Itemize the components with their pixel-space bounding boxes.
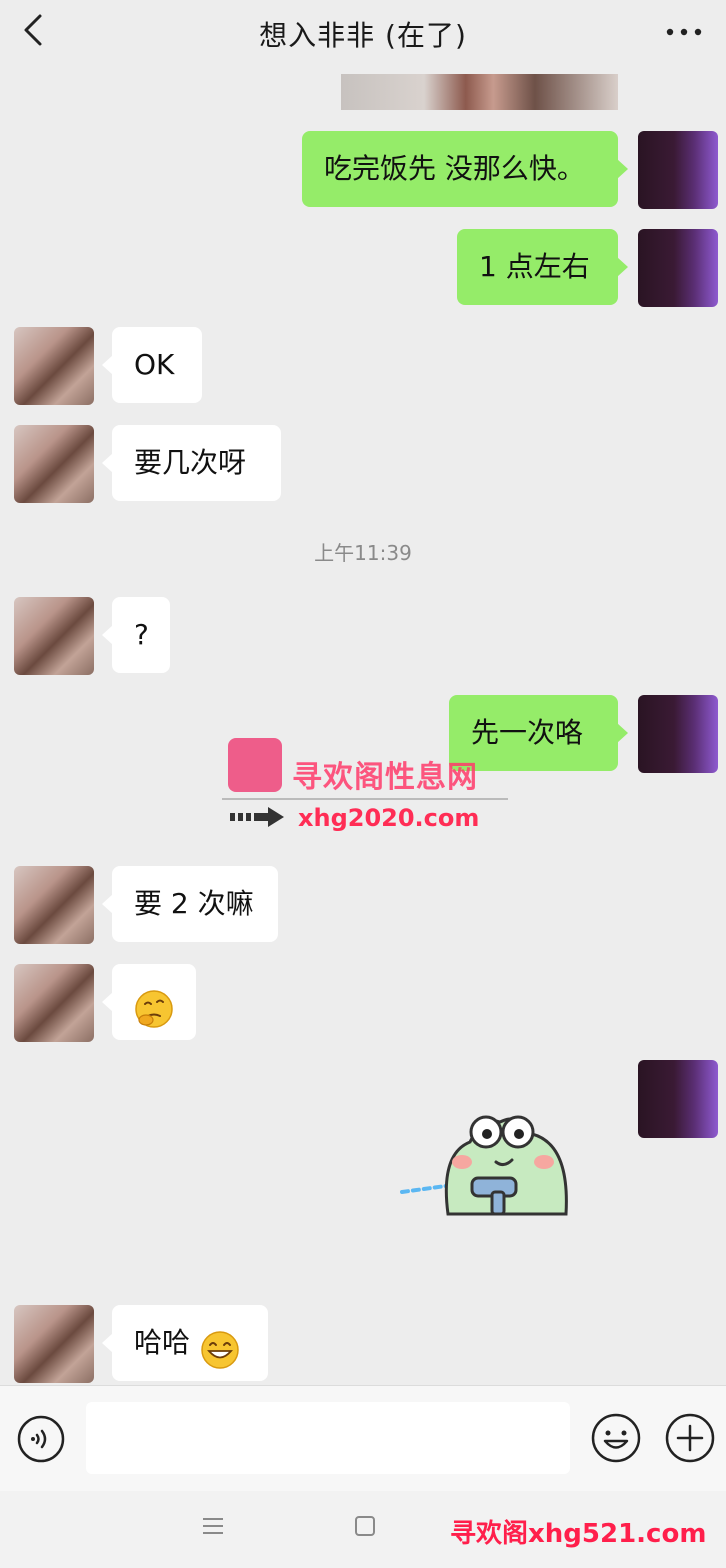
emoji-icon[interactable] [590,1412,642,1464]
message-row [0,964,726,1044]
message-bubble[interactable] [102,964,196,1040]
more-horizontal-icon[interactable] [662,14,706,50]
watermark-logo-icon [228,738,282,792]
message-row: 哈哈 [0,1305,726,1385]
avatar[interactable] [638,131,718,209]
message-bubble[interactable]: OK [102,327,202,403]
avatar[interactable] [14,425,94,503]
input-bar [0,1385,726,1491]
avatar[interactable] [14,1305,94,1383]
watermark: 寻欢阁性息网 xhg2020.com [222,738,508,834]
message-bubble[interactable]: 1 点左右 [457,229,628,305]
chat-header: 想入非非 (在了) [0,0,726,66]
message-bubble[interactable]: 要 2 次嘛 [102,866,278,942]
watermark-divider [222,798,508,800]
message-row: OK [0,327,726,407]
avatar[interactable] [638,229,718,307]
menu-icon[interactable] [200,1513,226,1539]
message-bubble[interactable]: 要几次呀 [102,425,281,501]
grinning-face-icon [200,1323,240,1369]
message-row: ? [0,597,726,677]
message-input[interactable] [86,1402,570,1474]
plus-icon[interactable] [664,1412,716,1464]
voice-icon[interactable] [16,1414,66,1464]
timestamp: 上午11:39 [314,541,412,565]
watermark-footer: 寻欢阁xhg521.com [450,1519,707,1549]
frog-water-gun-sticker[interactable] [400,1104,572,1224]
arrow-right-icon [230,806,286,828]
watermark-name: 寻欢阁性息网 [292,760,478,795]
avatar[interactable] [638,1060,718,1138]
avatar[interactable] [14,327,94,405]
message-text: 哈哈 [134,1326,191,1359]
avatar[interactable] [14,964,94,1042]
message-row [0,1060,726,1140]
message-row: 要 2 次嘛 [0,866,726,946]
thinking-face-icon [134,982,174,1028]
message-bubble[interactable]: ? [102,597,170,673]
chat-title: 想入非非 (在了) [259,19,467,52]
message-bubble[interactable]: 哈哈 [102,1305,268,1381]
message-row: 要几次呀 [0,425,726,505]
watermark-url: xhg2020.com [298,804,480,832]
avatar[interactable] [14,597,94,675]
shared-image[interactable] [341,74,618,110]
message-row: 1 点左右 [0,229,726,309]
message-row: 吃完饭先 没那么快。 [0,131,726,211]
avatar[interactable] [14,866,94,944]
message-bubble[interactable]: 吃完饭先 没那么快。 [302,131,628,207]
avatar[interactable] [638,695,718,773]
home-square-icon[interactable] [352,1513,378,1539]
system-nav-bar: 寻欢阁xhg521.com [0,1491,726,1568]
